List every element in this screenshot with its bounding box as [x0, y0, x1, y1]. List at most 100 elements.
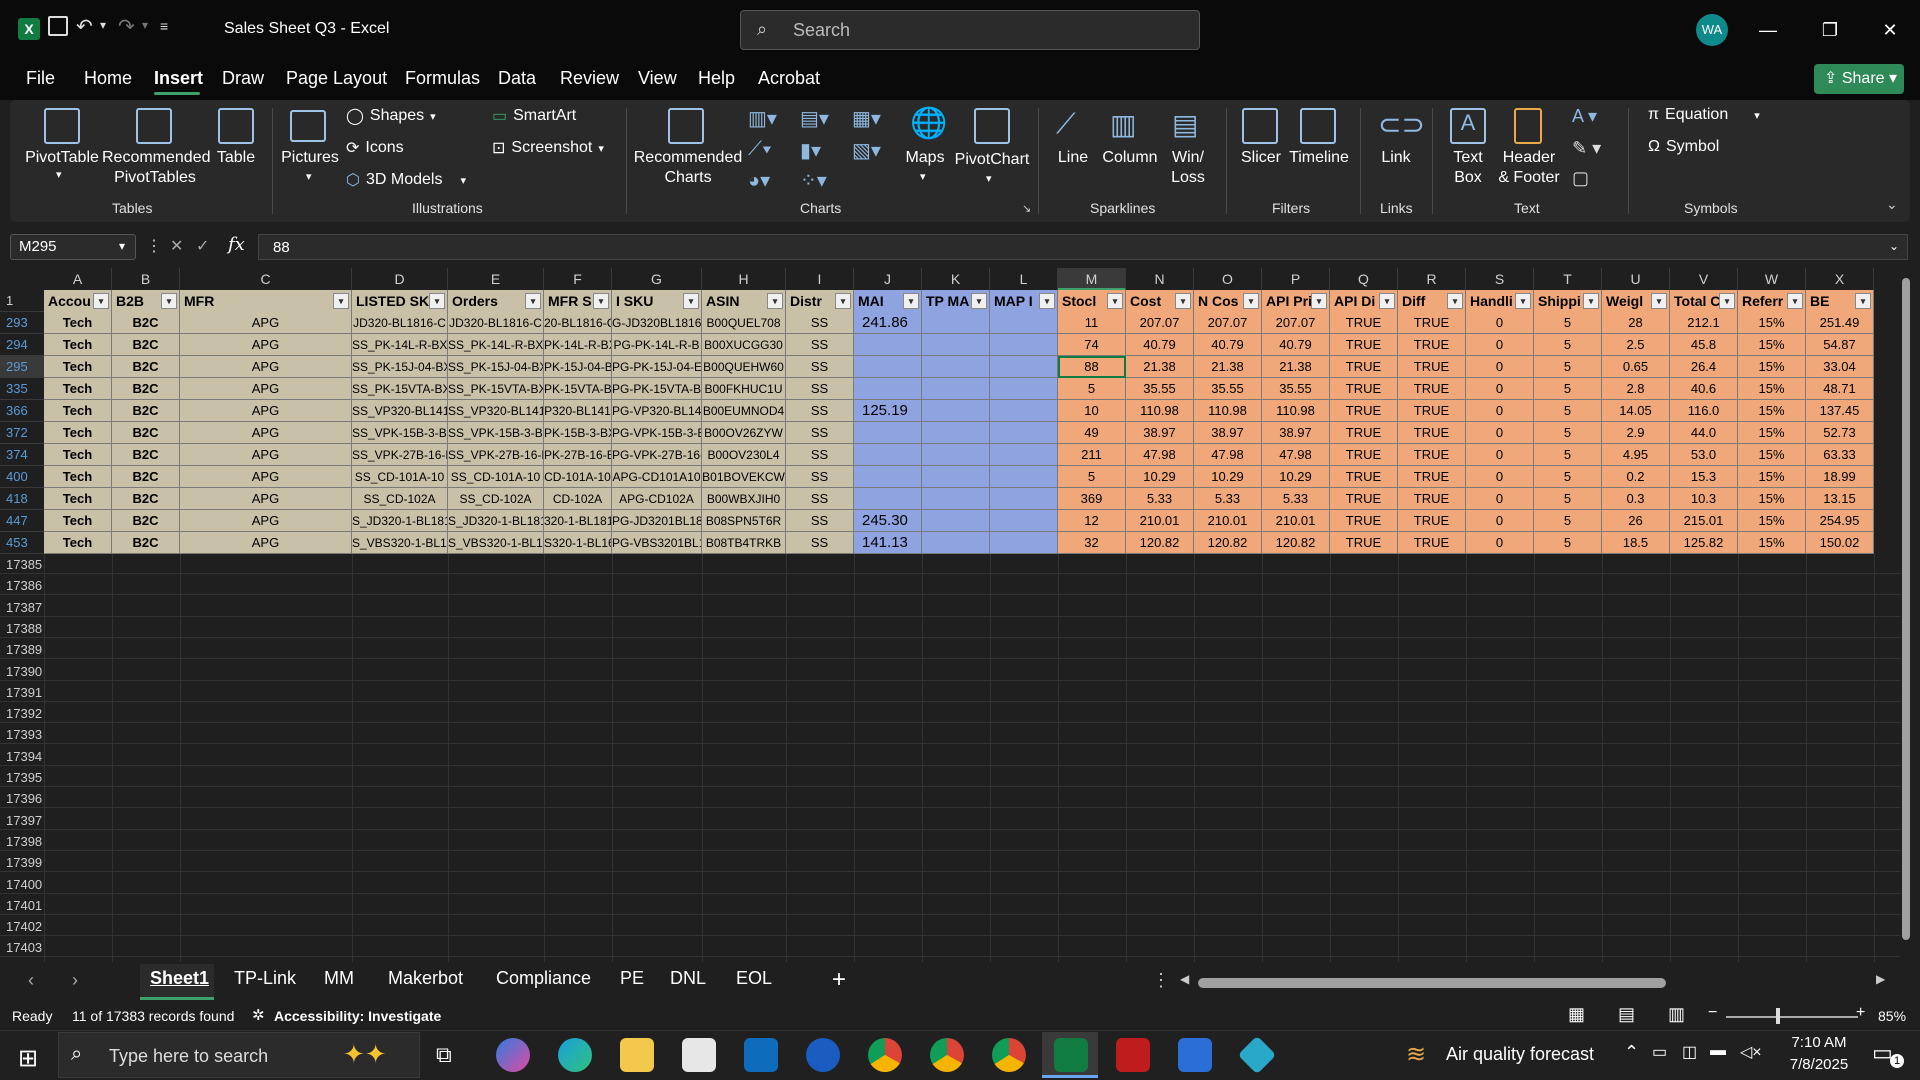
table-cell[interactable]: 116.0	[1670, 400, 1738, 422]
undo-icon[interactable]: ↶	[76, 14, 93, 39]
chrome-alt-icon[interactable]	[992, 1038, 1026, 1072]
charts-dialog-launcher-icon[interactable]: ↘	[1022, 202, 1031, 215]
row-header[interactable]: 17403	[0, 937, 44, 958]
column-header-D[interactable]: D	[352, 268, 448, 290]
row-header[interactable]: 17394	[0, 746, 44, 767]
winloss-sparkline-button[interactable]: Win/ Loss	[1168, 148, 1208, 188]
sheet-tab-makerbot[interactable]: Makerbot	[388, 968, 463, 989]
line-sparkline-button[interactable]: Line	[1052, 148, 1094, 168]
table-cell[interactable]: SS_CD-102A	[352, 488, 448, 510]
combo-chart-icon[interactable]: ▧▾	[852, 138, 881, 163]
table-cell[interactable]: SS_CD-102A	[448, 488, 544, 510]
table-cell[interactable]: TRUE	[1330, 510, 1398, 532]
filter-dropdown-icon[interactable]: ▾	[593, 293, 609, 309]
weather-text[interactable]: Air quality forecast	[1446, 1044, 1594, 1065]
shapes-button[interactable]: ◯ Shapes ▾	[346, 106, 436, 126]
pictures-button[interactable]: Pictures	[280, 148, 340, 168]
signature-line-icon[interactable]: ✎ ▾	[1572, 138, 1601, 159]
maps-dropdown-icon[interactable]: ▾	[920, 170, 926, 183]
table-cell[interactable]: APG	[180, 334, 352, 356]
status-accessibility[interactable]: Accessibility: Investigate	[274, 1008, 441, 1024]
table-cell[interactable]: TRUE	[1398, 334, 1466, 356]
table-cell[interactable]: B00QUEHW60	[702, 356, 786, 378]
row-header[interactable]: 17387	[0, 597, 44, 618]
table-cell[interactable]: 15%	[1738, 488, 1806, 510]
table-cell[interactable]	[922, 312, 990, 334]
column-header-V[interactable]: V	[1670, 268, 1738, 290]
table-cell[interactable]	[990, 400, 1058, 422]
redo-icon[interactable]: ↷	[118, 14, 135, 39]
menu-acrobat[interactable]: Acrobat	[758, 68, 820, 89]
page-break-view-icon[interactable]: ▥	[1668, 1004, 1685, 1025]
row-header[interactable]: 1	[0, 290, 44, 312]
table-cell[interactable]: B00FKHUC1U	[702, 378, 786, 400]
table-header-cell[interactable]: MAP I ▾	[990, 290, 1058, 312]
table-cell[interactable]: PK-15B-3-BX	[544, 422, 612, 444]
clock-time[interactable]: 7:10 AM	[1784, 1034, 1854, 1051]
table-cell[interactable]: 120.82	[1126, 532, 1194, 554]
table-cell[interactable]: B00OV26ZYW	[702, 422, 786, 444]
table-cell[interactable]: Tech	[44, 532, 112, 554]
table-cell[interactable]	[922, 466, 990, 488]
zoom-in-icon[interactable]: +	[1856, 1004, 1865, 1022]
zoom-slider[interactable]	[1726, 1016, 1858, 1018]
table-header-cell[interactable]: Referr ▾	[1738, 290, 1806, 312]
table-cell[interactable]: 110.98	[1262, 400, 1330, 422]
table-cell[interactable]: SS	[786, 422, 854, 444]
table-cell[interactable]: 21.38	[1126, 356, 1194, 378]
smartart-button[interactable]: ▭ SmartArt	[492, 106, 576, 126]
undo-dropdown-icon[interactable]: ▾	[100, 18, 106, 32]
table-cell[interactable]: TRUE	[1330, 356, 1398, 378]
table-cell[interactable]: B2C	[112, 532, 180, 554]
table-cell[interactable]: SS	[786, 444, 854, 466]
table-cell[interactable]: PG-VBS3201BL16	[612, 532, 702, 554]
table-cell[interactable]	[854, 488, 922, 510]
sheet-tab-eol[interactable]: EOL	[736, 968, 772, 989]
insert-function-icon[interactable]: fx	[228, 234, 245, 255]
table-cell[interactable]: B00WBXJIH0	[702, 488, 786, 510]
table-cell[interactable]: TRUE	[1330, 312, 1398, 334]
table-cell[interactable]: 0.65	[1602, 356, 1670, 378]
filter-dropdown-icon[interactable]: ▾	[429, 293, 445, 309]
table-cell[interactable]: 0	[1466, 488, 1534, 510]
table-cell[interactable]: Tech	[44, 312, 112, 334]
table-cell[interactable]: TRUE	[1398, 356, 1466, 378]
horizontal-scroll-left-icon[interactable]: ◀	[1180, 972, 1189, 986]
table-cell[interactable]	[854, 378, 922, 400]
hierarchy-chart-icon[interactable]: ▤▾	[800, 106, 829, 131]
task-view-icon[interactable]: ⧉	[436, 1042, 452, 1068]
row-header[interactable]: 374	[0, 444, 44, 466]
weather-icon[interactable]: ≋	[1406, 1040, 1426, 1069]
table-cell[interactable]: 54.87	[1806, 334, 1874, 356]
table-header-cell[interactable]: TP MA ▾	[922, 290, 990, 312]
textbox-button[interactable]: Text Box	[1446, 148, 1490, 188]
filter-dropdown-icon[interactable]: ▾	[1175, 293, 1191, 309]
table-cell[interactable]: 0	[1466, 532, 1534, 554]
filter-dropdown-icon[interactable]: ▾	[93, 293, 109, 309]
table-cell[interactable]: Tech	[44, 378, 112, 400]
table-cell[interactable]: TRUE	[1398, 312, 1466, 334]
empty-row[interactable]	[0, 788, 1900, 809]
table-cell[interactable]: SS	[786, 510, 854, 532]
row-header[interactable]: 366	[0, 400, 44, 422]
menu-formulas[interactable]: Formulas	[405, 68, 480, 89]
column-header-E[interactable]: E	[448, 268, 544, 290]
empty-row[interactable]	[0, 874, 1900, 894]
table-header-cell[interactable]: API Pri ▾	[1262, 290, 1330, 312]
chrome-icon[interactable]	[868, 1038, 902, 1072]
line-chart-icon[interactable]: ⟋▾	[748, 138, 772, 161]
table-cell[interactable]	[990, 532, 1058, 554]
table-cell[interactable]: SS_PK-15J-04-BX	[448, 356, 544, 378]
menu-file[interactable]: File	[26, 68, 55, 89]
formula-input[interactable]: 88 ⌄	[258, 234, 1908, 260]
slicer-button[interactable]: Slicer	[1236, 148, 1286, 168]
row-header[interactable]: 17385	[0, 554, 44, 575]
table-header-cell[interactable]: Shippi ▾	[1534, 290, 1602, 312]
empty-row[interactable]	[0, 852, 1900, 873]
filter-dropdown-icon[interactable]: ▾	[1311, 293, 1327, 309]
table-cell[interactable]: Tech	[44, 510, 112, 532]
next-sheet-icon[interactable]: ›	[72, 970, 78, 991]
table-cell[interactable]: 0.2	[1602, 466, 1670, 488]
row-header[interactable]: 17399	[0, 852, 44, 873]
table-cell[interactable]: 125.82	[1670, 532, 1738, 554]
